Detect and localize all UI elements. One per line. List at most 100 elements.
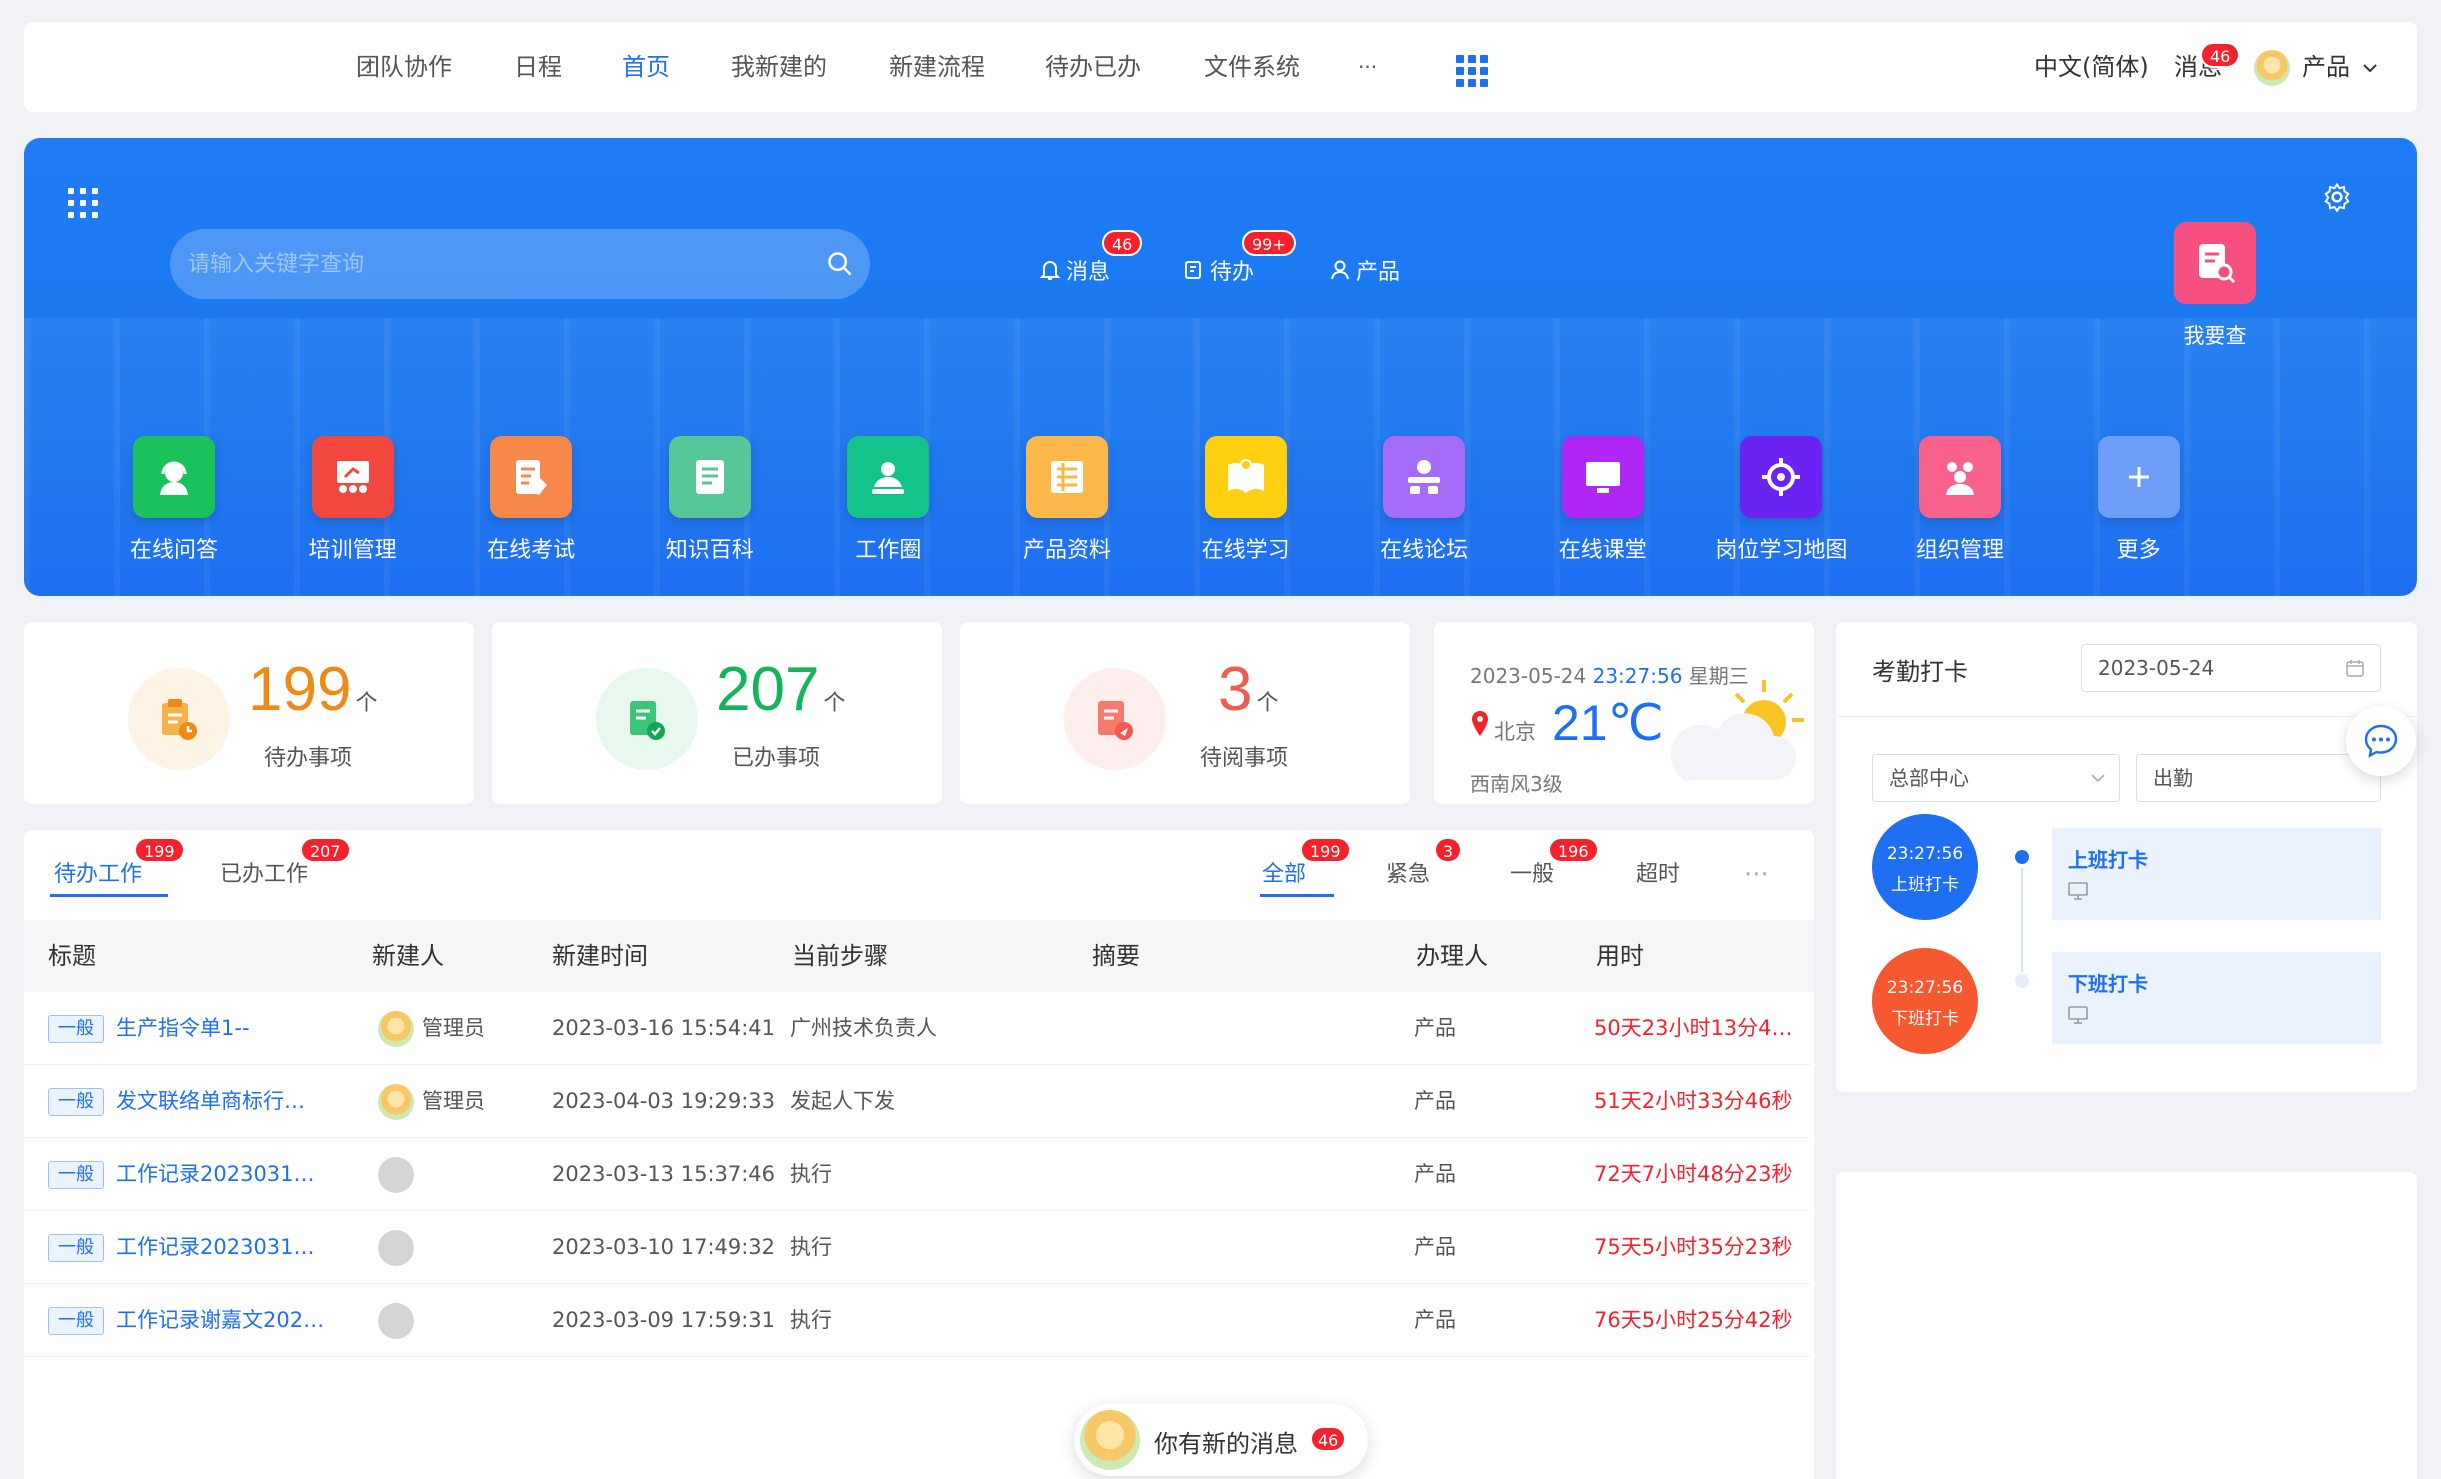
row-handler: 产品 [1414,1308,1456,1332]
app-tile[interactable]: 更多 [2049,436,2229,564]
row-title[interactable]: 发文联络单商标行… [116,1065,326,1138]
monitor-icon [2068,1006,2088,1024]
app-tile[interactable]: 产品资料 [977,436,1157,564]
support-agent-icon [133,436,215,518]
nav-file-system[interactable]: 文件系统 [1204,22,1300,112]
user-name[interactable]: 产品 [2302,22,2350,112]
app-tile[interactable]: 培训管理 [263,436,443,564]
table-row[interactable]: 一般 工作记录20230313… 2023-03-13 15:37:46 执行 产品 72… [24,1138,1810,1211]
checkin-record-title: 上班打卡 [2068,848,2148,872]
stat-value: 207 个 [716,655,846,724]
nav-more[interactable]: ··· [1358,22,1377,112]
hero-todo-badge: 99+ [1242,230,1296,256]
document-check-icon [596,668,698,770]
app-tile-label: 工作圈 [855,538,922,563]
filter-active-underline [1260,894,1334,897]
book-icon [668,436,751,518]
row-title[interactable]: 工作记录20230313… [116,1138,326,1211]
nav-todo-done[interactable]: 待办已办 [1045,22,1141,112]
row-step: 广州技术负责人 [790,1016,937,1040]
search-box [170,229,870,299]
row-title[interactable]: 工作记录谢嘉文202… [116,1284,326,1357]
product-docs-icon [1026,436,1108,518]
nav-home[interactable]: 首页 [622,22,670,112]
column-header: 标题 [48,942,96,970]
chevron-down-icon[interactable] [2362,62,2378,74]
weather-wind: 西南风3级 [1470,772,1563,796]
row-title[interactable]: 生产指令单1-- [116,992,326,1065]
chat-float-button[interactable] [2346,706,2416,776]
checkin-label: 上班打卡 [1891,875,1959,895]
work-circle-icon [847,436,930,518]
search-input[interactable] [188,229,788,299]
nav-my-created[interactable]: 我新建的 [731,22,827,112]
app-tile[interactable]: 在线考试 [441,436,621,564]
priority-tag: 一般 [48,1307,104,1335]
quick-search-action[interactable]: 我要查 [2150,222,2280,350]
org-select[interactable]: 总部中心 [1872,754,2120,802]
app-tile[interactable]: 在线问答 [84,436,264,564]
attendance-date-picker[interactable]: 2023-05-24 [2081,644,2381,692]
row-handler: 产品 [1414,1162,1456,1186]
weather-temperature: 21℃ [1552,695,1664,751]
user-avatar[interactable] [2254,50,2290,86]
checkout-label: 下班打卡 [1891,1009,1959,1029]
search-icon[interactable] [826,250,854,278]
app-tile-label: 培训管理 [308,538,397,563]
attendance-type-value: 出勤 [2153,766,2193,790]
app-tile[interactable]: 工作圈 [798,436,978,564]
table-row[interactable]: 一般 发文联络单商标行… 管理员 2023-04-03 19:29:33 发起人下发 产品… [24,1065,1810,1138]
hero-user-link[interactable]: 产品 [1330,254,1400,286]
app-tile[interactable]: 组织管理 [1870,436,2050,564]
nav-schedule[interactable]: 日程 [514,22,562,112]
toast-text: 你有新的消息 [1154,1430,1298,1458]
hero-user-label: 产品 [1356,260,1401,285]
weather-date: 2023-05-24 [1470,664,1587,688]
table-row[interactable]: 一般 工作记录20230310… 2023-03-10 17:49:32 执行 产品 75… [24,1211,1810,1284]
row-step: 发起人下发 [790,1089,895,1113]
app-tile-label: 在线学习 [1201,538,1290,563]
attendance-type-select[interactable]: 出勤 [2136,754,2381,802]
priority-tag: 一般 [48,1161,104,1189]
app-tile[interactable]: 在线学习 [1156,436,1336,564]
app-tile-label: 产品资料 [1022,538,1111,563]
gear-icon[interactable] [2322,182,2352,212]
row-title[interactable]: 工作记录20230310… [116,1211,326,1284]
filter-urgent[interactable]: 紧急 [1386,830,1430,920]
app-tile[interactable]: 知识百科 [620,436,800,564]
checkout-button[interactable]: 23:27:56 下班打卡 [1872,948,1978,1054]
stat-card-read[interactable]: 3个 待阅事项 [960,622,1410,804]
stat-card-todo[interactable]: 199 个 待办事项 [24,622,474,804]
stat-value: 3个 [1218,655,1279,724]
filter-all[interactable]: 全部 [1262,830,1306,920]
table-row[interactable]: 一般 工作记录谢嘉文202… 2023-03-09 17:59:31 执行 产品 76天5… [24,1284,1810,1357]
hero-messages-link[interactable]: 消息 [1040,254,1110,286]
filter-overtime[interactable]: 超时 [1636,830,1680,920]
todo-list-icon [1185,261,1201,279]
new-message-toast[interactable]: 你有新的消息 46 [1074,1404,1368,1476]
checkin-record: 上班打卡 [2052,828,2381,920]
quick-search-label: 我要查 [2183,324,2247,348]
filter-normal[interactable]: 一般 [1510,830,1554,920]
row-duration: 72天7小时48分23秒 [1594,1162,1793,1186]
checkout-record: 下班打卡 [2052,952,2381,1044]
menu-grid-icon[interactable] [68,188,98,218]
app-tile[interactable]: 在线论坛 [1334,436,1514,564]
checkin-button[interactable]: 23:27:56 上班打卡 [1872,814,1978,920]
stat-label: 待办事项 [264,746,353,771]
table-row[interactable]: 一般 生产指令单1-- 管理员 2023-03-16 15:54:41 广州技术负责人 产… [24,992,1810,1065]
tab-done-work[interactable]: 已办工作 [220,830,308,920]
hero-banner: 消息 46 待办 99+ 产品 我要查 在线问答 培训管理 在线考试 知识百科 工作圈 产… [24,138,2417,596]
app-tile[interactable]: 岗位学习地图 [1691,436,1871,564]
messages-badge: 46 [2200,42,2241,68]
language-select[interactable]: 中文(简体) [2034,22,2149,112]
more-options[interactable]: ··· [1744,830,1769,920]
app-tile[interactable]: 在线课堂 [1513,436,1693,564]
app-grid-icon[interactable] [1456,55,1488,87]
toast-badge: 46 [1310,1426,1347,1452]
nav-team[interactable]: 团队协作 [356,22,452,112]
hero-todo-link[interactable]: 待办 [1184,254,1254,286]
nav-new-process[interactable]: 新建流程 [889,22,985,112]
stat-card-done[interactable]: 207 个 已办事项 [492,622,942,804]
tab-todo-work[interactable]: 待办工作 [54,830,142,920]
